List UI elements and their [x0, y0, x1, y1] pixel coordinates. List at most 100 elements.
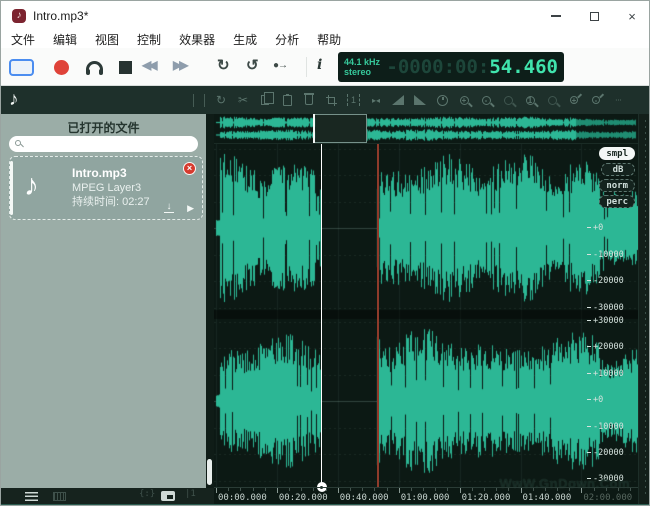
timeline-minor-tick [387, 488, 388, 491]
overview-selection-box[interactable] [314, 114, 367, 143]
timeline-minor-tick [253, 488, 254, 491]
overview-waveform[interactable] [214, 115, 638, 143]
vertical-scrollbar[interactable] [206, 114, 214, 504]
toolbar-grip-icon[interactable]: ∙∙∙ [612, 93, 624, 107]
audio-tab-note-icon[interactable]: ♪ [9, 89, 19, 111]
menu-item-6[interactable]: 生成 [231, 31, 259, 48]
redo-icon[interactable]: ↻ [215, 93, 227, 107]
headphones-monitor-icon[interactable] [86, 61, 103, 71]
file-name: Intro.mp3 [72, 166, 150, 181]
close-button[interactable]: × [613, 1, 650, 31]
time-dim-digits: -0000:00: [386, 56, 489, 78]
window-controls: × [537, 1, 650, 31]
main-waveform[interactable] [214, 144, 638, 487]
metadata-view-icon[interactable]: {:} [139, 489, 155, 499]
zoom-selection-icon[interactable] [548, 96, 557, 105]
menu-item-8[interactable]: 帮助 [315, 31, 343, 48]
timeline-label: 01:20.000 [462, 493, 511, 503]
file-list-view-icon[interactable] [25, 492, 38, 501]
timeline-minor-tick [423, 488, 424, 491]
rewind-button[interactable]: ◀◀ [142, 58, 154, 72]
piano-keys-view-icon[interactable] [53, 492, 66, 501]
timeline-minor-tick [301, 488, 302, 491]
file-list-item[interactable]: ♪ Intro.mp3 MPEG Layer3 持续时间: 02:27 × ↓ … [9, 156, 203, 220]
timeline-label: 01:40.000 [523, 493, 572, 503]
paste-icon[interactable] [283, 95, 292, 106]
file-info: Intro.mp3 MPEG Layer3 持续时间: 02:27 [72, 166, 150, 209]
file-play-icon[interactable]: ▶ [187, 203, 194, 214]
timeline-tick [581, 488, 582, 493]
gain-knob-icon[interactable] [437, 95, 448, 106]
file-close-button[interactable]: × [183, 162, 196, 175]
timeline-minor-tick [618, 488, 619, 491]
loop-button[interactable]: ↻ [217, 56, 230, 74]
play-from-cursor-button[interactable]: ●→ [273, 60, 287, 71]
timeline-minor-tick [362, 488, 363, 491]
menu-item-5[interactable]: 效果器 [177, 31, 217, 48]
vertical-zoom-in-icon[interactable]: + [570, 96, 578, 104]
file-format: MPEG Layer3 [72, 181, 150, 195]
copy-icon[interactable] [261, 95, 269, 105]
unit-button-dB[interactable]: dB [601, 163, 635, 176]
fast-forward-button[interactable]: ▶▶ [173, 58, 185, 72]
timeline-label: 02:00.000 [583, 493, 632, 503]
timeline-label: 00:40.000 [340, 493, 389, 503]
unit-buttons: smpl dB norm perc [599, 147, 635, 208]
toolbar-separator [193, 94, 205, 107]
zoom-one-to-one-icon[interactable]: 1 [526, 96, 535, 105]
record-button[interactable] [54, 60, 69, 75]
timeline-minor-tick [240, 488, 241, 491]
timeline-tick [338, 488, 339, 493]
menu-item-2[interactable]: 编辑 [51, 31, 79, 48]
unit-button-smpl[interactable]: smpl [599, 147, 635, 160]
meter-view-icon[interactable]: |1 [185, 489, 196, 499]
timeline-label: 00:00.000 [218, 493, 267, 503]
fade-in-icon[interactable] [392, 95, 404, 105]
position-marker-line[interactable] [377, 144, 379, 487]
vertical-zoom-out-icon[interactable]: - [592, 96, 600, 104]
stop-button[interactable] [119, 61, 132, 74]
timeline-minor-tick [594, 488, 595, 491]
crop-icon[interactable] [326, 95, 336, 105]
timeline-tick [521, 488, 522, 493]
timeline-ruler[interactable]: 00:00.00000:20.00000:40.00001:00.00001:2… [214, 487, 638, 504]
zoom-in-icon[interactable]: + [460, 96, 469, 105]
menu-item-4[interactable]: 控制 [135, 31, 163, 48]
delete-icon[interactable] [305, 95, 313, 105]
timeline-tick [216, 488, 217, 493]
sample-rate-label: 44.1 kHz [344, 57, 380, 67]
minimize-button[interactable] [537, 1, 575, 31]
playback-cursor-line[interactable] [321, 144, 323, 487]
timeline-minor-tick [545, 488, 546, 491]
timeline-tick [277, 488, 278, 493]
panel-view-icon[interactable] [161, 491, 175, 501]
menu-item-1[interactable]: 文件 [9, 31, 37, 48]
selection-tool-button[interactable] [9, 59, 34, 76]
insert-silence-icon[interactable]: 1 [347, 94, 360, 106]
file-search-input[interactable] [9, 136, 198, 152]
edit-toolbar-icons: ↻ ✂ 1 ▸◂ + - 1 + - ∙∙∙ [193, 86, 624, 114]
app-icon: ♪ [12, 9, 26, 23]
unit-button-norm[interactable]: norm [599, 179, 635, 192]
right-scroll-strip[interactable] [638, 114, 650, 504]
zoom-out-icon[interactable]: - [482, 96, 491, 105]
vertical-scrollbar-thumb[interactable] [207, 459, 212, 485]
trim-markers-icon[interactable]: ▸◂ [370, 93, 382, 107]
window-title: Intro.mp3* [33, 1, 88, 31]
fade-out-icon[interactable] [414, 95, 426, 105]
menu-item-7[interactable]: 分析 [273, 31, 301, 48]
unit-button-perc[interactable]: perc [599, 195, 635, 208]
timeline-minor-tick [435, 488, 436, 491]
info-button[interactable]: i [317, 57, 322, 73]
menu-item-3[interactable]: 视图 [93, 31, 121, 48]
timeline-minor-tick [533, 488, 534, 491]
timeline-minor-tick [508, 488, 509, 491]
cut-icon[interactable]: ✂ [237, 93, 249, 107]
file-download-icon[interactable]: ↓ [164, 202, 174, 213]
loop-selection-button[interactable]: ↺ [246, 56, 259, 74]
timeline-minor-tick [496, 488, 497, 491]
overview-cursor[interactable] [313, 114, 315, 143]
search-icon [15, 140, 21, 146]
maximize-button[interactable] [575, 1, 613, 31]
zoom-full-icon[interactable] [504, 96, 513, 105]
